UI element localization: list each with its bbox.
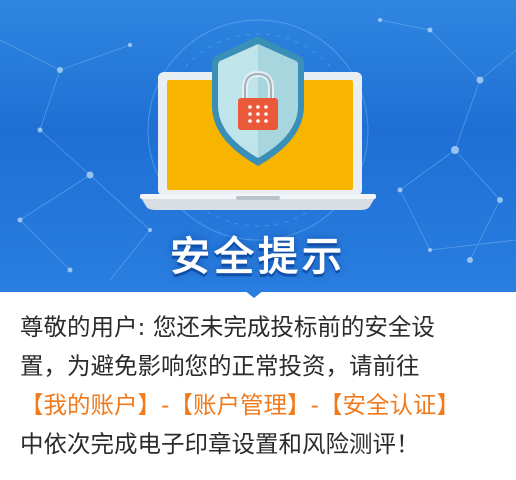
laptop-shield-lock-icon <box>140 36 376 210</box>
security-verification-link[interactable]: 【安全认证】 <box>319 391 460 419</box>
security-banner: 安全提示 <box>0 0 516 292</box>
message-line-2: 置，为避免影响您的正常投资，请前往 <box>20 352 420 380</box>
banner-pointer <box>244 290 264 298</box>
my-account-link[interactable]: 【我的账户】 <box>20 391 161 419</box>
security-notice-dialog: 安全提示 尊敬的用户: 您还未完成投标前的安全设 置，为避免影响您的正常投资，请… <box>0 0 516 480</box>
link-separator: - <box>310 391 319 419</box>
message-links-line: 【我的账户】-【账户管理】-【安全认证】 <box>20 386 506 425</box>
account-management-link[interactable]: 【账户管理】 <box>169 391 310 419</box>
message-line-4: 中依次完成电子印章设置和风险测评！ <box>20 430 420 458</box>
banner-title: 安全提示 <box>170 234 346 280</box>
security-message: 尊敬的用户: 您还未完成投标前的安全设 置，为避免影响您的正常投资，请前往 【我… <box>20 308 506 464</box>
message-line-1: 尊敬的用户: 您还未完成投标前的安全设 <box>20 313 435 341</box>
